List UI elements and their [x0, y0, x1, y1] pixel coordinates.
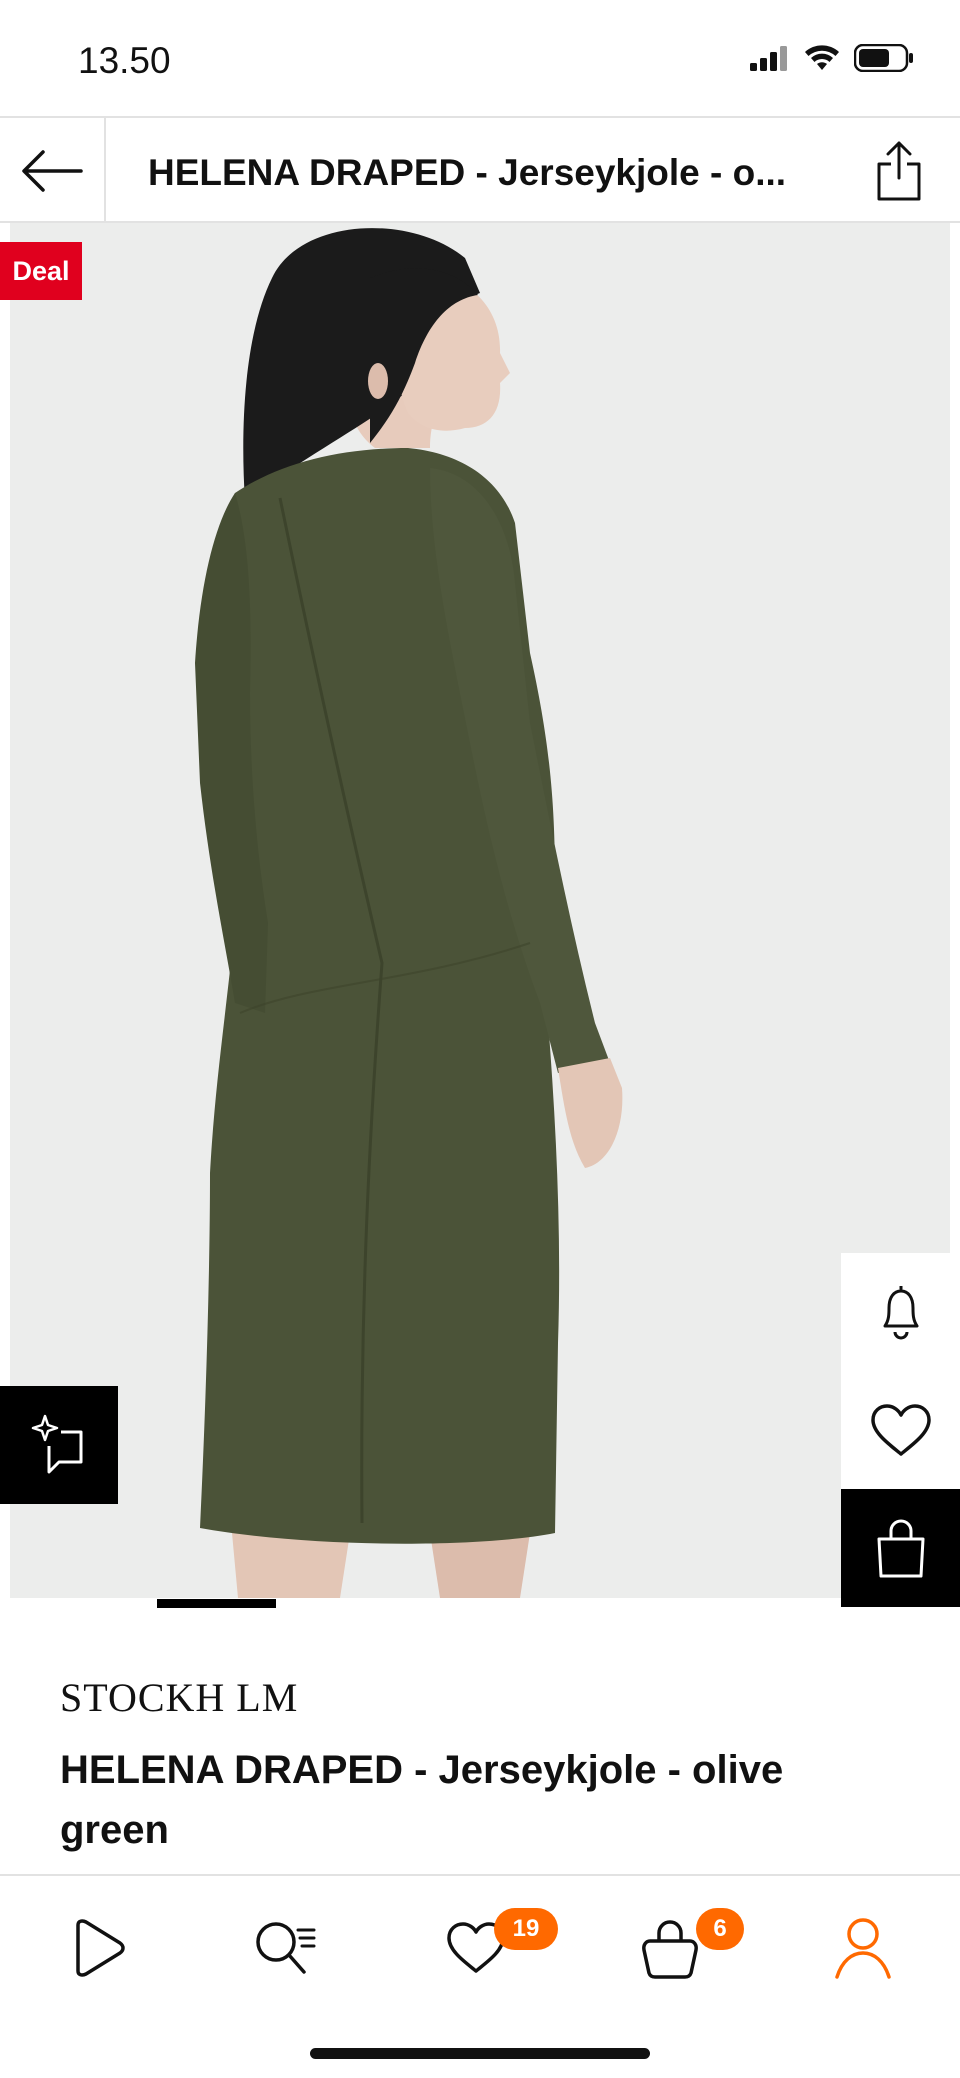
sparkle-similar-icon	[31, 1414, 83, 1474]
share-icon	[877, 141, 921, 201]
bag-count-badge: 6	[696, 1908, 744, 1950]
wishlist-count-badge: 19	[494, 1908, 558, 1950]
back-arrow-icon	[22, 149, 83, 192]
add-to-bag-button[interactable]	[841, 1489, 960, 1607]
nav-home[interactable]	[57, 1908, 137, 1988]
user-icon	[835, 1918, 891, 1979]
nav-search[interactable]	[245, 1908, 325, 1988]
status-icons	[750, 44, 914, 72]
nav-account[interactable]	[823, 1908, 903, 1988]
product-gallery[interactable]: Deal	[0, 223, 960, 1608]
side-actions	[841, 1253, 960, 1607]
model-photo	[10, 223, 950, 1598]
deal-badge: Deal	[0, 242, 82, 300]
gallery-progress	[157, 1599, 783, 1608]
shopping-bag-icon	[877, 1519, 924, 1578]
brand-name[interactable]: STOCKH LM	[60, 1674, 298, 1721]
battery-icon	[854, 44, 913, 72]
bag-icon	[642, 1920, 698, 1979]
signal-icon	[750, 46, 787, 71]
product-name: HELENA DRAPED - Jerseykjole - olive gree…	[60, 1748, 784, 1852]
page-title: HELENA DRAPED - Jerseykjole - o...	[148, 152, 787, 193]
bell-icon	[883, 1286, 918, 1340]
wishlist-button[interactable]	[841, 1371, 960, 1489]
notify-button[interactable]	[841, 1253, 960, 1371]
play-home-icon	[76, 1919, 125, 1977]
status-time: 13.50	[78, 40, 171, 81]
share-button[interactable]	[874, 138, 924, 204]
search-list-icon	[256, 1922, 316, 1974]
top-bar: HELENA DRAPED - Jerseykjole - o...	[0, 116, 960, 223]
status-bar: 13.50	[0, 0, 960, 116]
home-indicator	[310, 2048, 650, 2059]
find-similar-button[interactable]	[0, 1386, 118, 1504]
product-photo[interactable]	[10, 223, 950, 1598]
gallery-progress-fill	[157, 1599, 276, 1608]
heart-icon	[870, 1404, 931, 1456]
wifi-icon	[805, 45, 839, 70]
back-button[interactable]	[0, 118, 106, 223]
